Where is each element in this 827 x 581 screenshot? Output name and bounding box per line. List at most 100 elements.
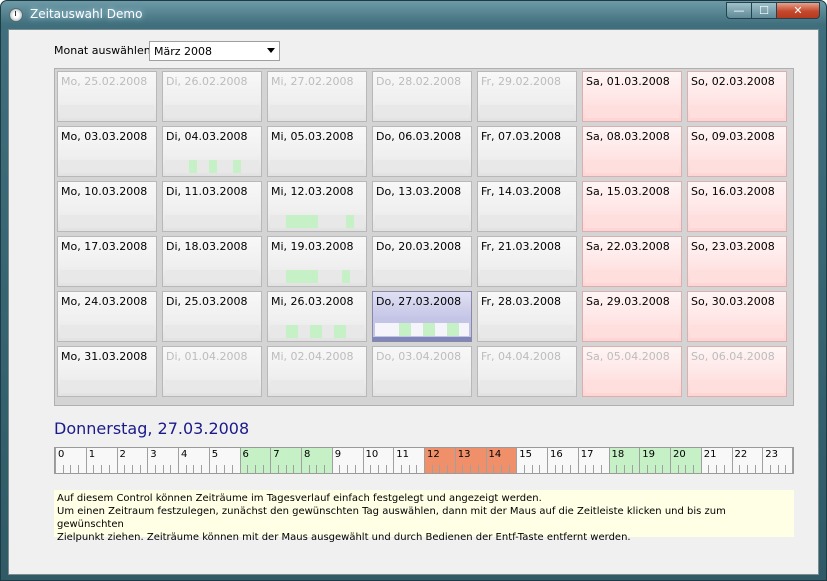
timeline-tick	[131, 465, 133, 473]
day-time-strip	[375, 160, 469, 173]
calendar-day-cell[interactable]: So, 16.03.2008	[687, 181, 787, 232]
calendar-day-label: Fr, 29.02.2008	[481, 75, 562, 88]
timeline-tick	[639, 448, 641, 473]
timeline-tick	[746, 465, 748, 473]
calendar-day-cell[interactable]: Fr, 04.04.2008	[477, 346, 577, 397]
calendar-day-cell[interactable]: Di, 18.03.2008	[162, 236, 262, 287]
title-bar[interactable]: Zeitauswahl Demo — ☐ ✕	[1, 1, 826, 28]
calendar-day-cell[interactable]: Di, 26.02.2008	[162, 71, 262, 122]
calendar-day-label: Fr, 28.03.2008	[481, 295, 562, 308]
calendar-day-cell[interactable]: Di, 01.04.2008	[162, 346, 262, 397]
maximize-button[interactable]: ☐	[752, 2, 777, 19]
timeline-tick	[554, 465, 556, 473]
calendar-day-cell[interactable]: Sa, 29.03.2008	[582, 291, 682, 342]
day-timeline[interactable]: 0 1 2 3 4 5 6 7 8 9 10 11 12 13 14 15 16 17 18 19 20 21 22 23	[54, 447, 794, 474]
calendar-day-cell[interactable]: Sa, 05.04.2008	[582, 346, 682, 397]
day-time-strip	[480, 270, 574, 283]
timeline-tick	[623, 465, 625, 473]
calendar-day-cell[interactable]: Mo, 03.03.2008	[57, 126, 157, 177]
calendar-day-cell[interactable]: Di, 04.03.2008	[162, 126, 262, 177]
calendar-day-cell[interactable]: Do, 06.03.2008	[372, 126, 472, 177]
calendar-day-cell[interactable]: Do, 03.04.2008	[372, 346, 472, 397]
chevron-down-icon[interactable]	[267, 48, 275, 53]
calendar-day-cell[interactable]: Mi, 27.02.2008	[267, 71, 367, 122]
calendar-day-cell[interactable]: So, 02.03.2008	[687, 71, 787, 122]
timeline-tick	[301, 448, 302, 473]
close-icon: ✕	[793, 4, 803, 17]
minimize-button[interactable]: —	[726, 2, 752, 19]
timeline-tick	[293, 465, 295, 473]
calendar-day-cell[interactable]: Sa, 01.03.2008	[582, 71, 682, 122]
time-range-segment	[399, 323, 411, 336]
clock-icon	[9, 8, 23, 22]
timeline-tick	[785, 465, 787, 473]
timeline-tick	[254, 465, 256, 473]
hour-label: 2	[119, 449, 126, 460]
calendar-day-cell[interactable]: Mo, 31.03.2008	[57, 346, 157, 397]
calendar-day-cell[interactable]: So, 06.04.2008	[687, 346, 787, 397]
calendar-day-cell[interactable]: Mi, 26.03.2008	[267, 291, 367, 342]
calendar-day-cell[interactable]: Mo, 17.03.2008	[57, 236, 157, 287]
calendar-day-cell[interactable]: So, 23.03.2008	[687, 236, 787, 287]
time-range-segment	[233, 160, 241, 173]
info-line: Auf diesem Control können Zeiträume im T…	[57, 493, 542, 504]
calendar-day-cell[interactable]: Di, 11.03.2008	[162, 181, 262, 232]
calendar-day-cell[interactable]: Mo, 25.02.2008	[57, 71, 157, 122]
day-time-strip	[165, 270, 259, 283]
calendar-day-label: Mi, 12.03.2008	[271, 185, 354, 198]
calendar-day-cell[interactable]: Sa, 15.03.2008	[582, 181, 682, 232]
calendar-day-label: So, 02.03.2008	[691, 75, 775, 88]
calendar-day-cell[interactable]: Fr, 28.03.2008	[477, 291, 577, 342]
hour-label: 1	[88, 449, 96, 460]
calendar-day-label: Fr, 04.04.2008	[481, 350, 562, 363]
timeline-tick	[116, 448, 118, 473]
day-time-strip	[690, 270, 784, 283]
calendar-day-cell[interactable]: Mo, 10.03.2008	[57, 181, 157, 232]
calendar-grid: Mo, 25.02.2008 Di, 26.02.2008 Mi, 27.02.20…	[54, 68, 794, 406]
day-time-strip	[375, 323, 469, 336]
timeline-tick	[108, 465, 110, 473]
time-range-segment	[286, 270, 318, 283]
calendar-day-cell[interactable]: Fr, 14.03.2008	[477, 181, 577, 232]
day-time-strip	[690, 380, 784, 393]
calendar-day-cell[interactable]: Mi, 02.04.2008	[267, 346, 367, 397]
calendar-day-cell[interactable]: Do, 27.03.2008	[372, 291, 472, 342]
calendar-day-cell[interactable]: Mi, 05.03.2008	[267, 126, 367, 177]
day-time-strip	[585, 105, 679, 118]
calendar-day-cell[interactable]: Mi, 12.03.2008	[267, 181, 367, 232]
close-button[interactable]: ✕	[777, 2, 820, 19]
calendar-day-label: Sa, 05.04.2008	[586, 350, 670, 363]
timeline-tick	[324, 465, 326, 473]
timeline-tick	[700, 448, 702, 473]
calendar-day-cell[interactable]: Mi, 19.03.2008	[267, 236, 367, 287]
selected-day-title: Donnerstag, 27.03.2008	[54, 419, 250, 438]
calendar-day-cell[interactable]: Fr, 21.03.2008	[477, 236, 577, 287]
day-time-strip	[480, 380, 574, 393]
month-dropdown[interactable]: März 2008	[149, 41, 280, 61]
calendar-day-cell[interactable]: Mo, 24.03.2008	[57, 291, 157, 342]
day-time-strip	[165, 325, 259, 338]
calendar-day-cell[interactable]: Sa, 08.03.2008	[582, 126, 682, 177]
month-label: Monat auswählen	[54, 44, 151, 57]
calendar-day-cell[interactable]: Di, 25.03.2008	[162, 291, 262, 342]
window-title: Zeitauswahl Demo	[30, 7, 143, 21]
calendar-day-cell[interactable]: Fr, 29.02.2008	[477, 71, 577, 122]
calendar-day-cell[interactable]: So, 09.03.2008	[687, 126, 787, 177]
timeline-tick	[769, 465, 771, 473]
calendar-day-cell[interactable]: So, 30.03.2008	[687, 291, 787, 342]
calendar-day-label: Fr, 14.03.2008	[481, 185, 562, 198]
maximize-icon: ☐	[759, 4, 769, 17]
calendar-day-cell[interactable]: Do, 28.02.2008	[372, 71, 472, 122]
day-time-strip	[270, 380, 364, 393]
calendar-day-cell[interactable]: Do, 13.03.2008	[372, 181, 472, 232]
client-area: Monat auswählen März 2008 Mo, 25.02.2008…	[8, 29, 819, 575]
calendar-day-cell[interactable]: Do, 20.03.2008	[372, 236, 472, 287]
calendar-day-cell[interactable]: Sa, 22.03.2008	[582, 236, 682, 287]
day-time-strip	[270, 215, 364, 228]
timeline-tick	[447, 465, 449, 473]
timeline-tick	[608, 448, 610, 473]
timeline-tick	[316, 465, 318, 473]
hour-label: 9	[334, 449, 342, 460]
calendar-day-cell[interactable]: Fr, 07.03.2008	[477, 126, 577, 177]
calendar-day-label: Di, 11.03.2008	[166, 185, 248, 198]
